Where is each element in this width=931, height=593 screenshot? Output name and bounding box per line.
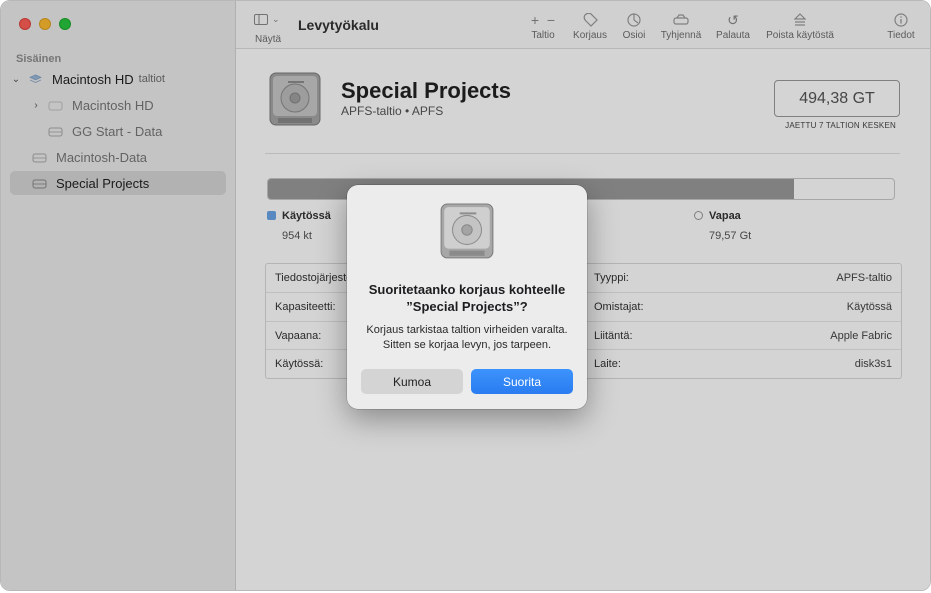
disk-icon (48, 101, 63, 110)
legend-free-label: Vapaa (709, 210, 741, 222)
chevron-down-icon[interactable]: ⌄ (10, 74, 22, 85)
volume-button[interactable]: + − Taltio (526, 10, 560, 41)
info-label: Liitäntä: (594, 330, 633, 342)
dialog-message-line: Korjaus tarkistaa taltion virheiden vara… (366, 324, 568, 336)
toolbar-button-label: Tiedot (887, 30, 915, 41)
sidebar-item-special-projects[interactable]: Special Projects (10, 171, 226, 195)
used-color-swatch (267, 211, 276, 220)
first-aid-icon (570, 10, 610, 30)
info-value: APFS-taltio (836, 272, 892, 284)
sidebar-item-label: GG Start - Data (72, 123, 163, 139)
sidebar-item-label: Macintosh HD (52, 71, 134, 87)
info-label: Omistajat: (594, 301, 644, 313)
info-value: Käytössä (846, 301, 892, 313)
unmount-icon (762, 10, 838, 30)
disk-icon (48, 127, 63, 136)
divider (265, 153, 900, 154)
info-row-used: Käytössä: (275, 350, 323, 378)
view-button[interactable]: ⌄ Näytä (254, 14, 281, 45)
sidebar-item-macintosh-hd-container[interactable]: ⌄ Macintosh HD taltiot (10, 67, 226, 91)
sidebar-item-label: Macintosh-Data (56, 149, 148, 165)
chevron-right-icon[interactable]: › (30, 100, 42, 111)
free-color-swatch (694, 211, 703, 220)
dialog-title-line: ”Special Projects”? (406, 299, 528, 314)
view-label: Näytä (255, 34, 282, 45)
disk-utility-window: Sisäinen ⌄ Macintosh HD taltiot › Macint… (0, 0, 931, 591)
sidebar-item-label: Macintosh HD (72, 97, 154, 113)
info-button[interactable]: Tiedot (884, 10, 918, 41)
first-aid-button[interactable]: Korjaus (570, 10, 610, 41)
minimize-window-button[interactable] (39, 18, 51, 30)
volume-subtitle: APFS-taltio • APFS (341, 104, 444, 118)
dialog-message-line: Sitten se korjaa levyn, jos tarpeen. (382, 339, 552, 351)
sidebar-toggle-icon (254, 14, 268, 25)
partition-button[interactable]: Osioi (619, 10, 649, 41)
run-button[interactable]: Suorita (471, 369, 573, 394)
toolbar-button-label: Korjaus (573, 30, 607, 41)
sidebar-section-internal: Sisäinen (16, 53, 62, 65)
info-row-capacity: Kapasiteetti: (275, 293, 336, 321)
info-row-device: Laite: disk3s1 (594, 350, 892, 378)
info-value: disk3s1 (854, 358, 892, 370)
erase-button[interactable]: Tyhjennä (657, 10, 705, 41)
dialog-title: Suoritetaanko korjaus kohteelle ”Special… (359, 281, 575, 315)
legend-free: Vapaa 79,57 Gt (694, 210, 751, 242)
sidebar: Sisäinen ⌄ Macintosh HD taltiot › Macint… (1, 1, 236, 590)
window-controls (19, 18, 71, 30)
toolbar-button-label: Poista käytöstä (766, 30, 834, 41)
disk-icon (32, 179, 47, 188)
sidebar-item-gg-start-data[interactable]: GG Start - Data (10, 119, 226, 143)
sidebar-item-label: Special Projects (56, 175, 150, 191)
info-label: Tyyppi: (594, 272, 629, 284)
close-window-button[interactable] (19, 18, 31, 30)
container-stack-icon (29, 73, 42, 83)
info-row-connection: Liitäntä: Apple Fabric (594, 322, 892, 350)
partition-icon (619, 10, 649, 30)
window-title: Levytyökalu (298, 17, 379, 33)
restore-icon: ↺ (727, 11, 739, 28)
dialog-title-line: Suoritetaanko korjaus kohteelle (368, 282, 566, 297)
chevron-down-icon: ⌄ (272, 14, 280, 24)
info-value: Apple Fabric (830, 330, 892, 342)
capacity-note: JAETTU 7 TALTION KESKEN (785, 121, 896, 130)
capacity-box: 494,38 GT (774, 80, 900, 117)
info-row-free: Vapaana: (275, 322, 321, 350)
info-label: Kapasiteetti: (275, 301, 336, 313)
legend-used: Käytössä 954 kt (267, 210, 331, 242)
restore-button[interactable]: ↺ Palauta (714, 10, 752, 42)
unmount-button[interactable]: Poista käytöstä (762, 10, 838, 41)
volume-name: Special Projects (341, 78, 511, 103)
hard-drive-icon (269, 72, 321, 126)
info-row-type: Tyyppi: APFS-taltio (594, 264, 892, 292)
hard-drive-icon (440, 203, 494, 259)
legend-used-value: 954 kt (282, 230, 312, 242)
erase-icon (657, 10, 705, 30)
legend-used-label: Käytössä (282, 210, 331, 222)
sidebar-item-macintosh-hd[interactable]: › Macintosh HD (10, 93, 226, 117)
toolbar-button-label: Osioi (622, 30, 646, 41)
info-row-owners: Omistajat: Käytössä (594, 293, 892, 321)
sidebar-item-sublabel: taltiot (138, 73, 165, 85)
first-aid-confirm-dialog: Suoritetaanko korjaus kohteelle ”Special… (347, 185, 587, 409)
toolbar-button-label: Taltio (531, 30, 555, 41)
info-label: Vapaana: (275, 330, 322, 342)
plus-minus-icon: + − (530, 12, 556, 28)
info-label: Käytössä: (275, 358, 324, 370)
info-label: Laite: (594, 358, 621, 370)
toolbar-button-label: Tyhjennä (660, 30, 702, 41)
info-icon (884, 10, 918, 30)
zoom-window-button[interactable] (59, 18, 71, 30)
cancel-button[interactable]: Kumoa (361, 369, 463, 394)
legend-free-value: 79,57 Gt (709, 230, 752, 242)
disk-icon (32, 153, 47, 162)
sidebar-item-macintosh-data[interactable]: Macintosh-Data (10, 145, 226, 169)
toolbar: ⌄ Näytä Levytyökalu + − Taltio Korjaus O… (236, 1, 930, 49)
toolbar-button-label: Palauta (716, 30, 750, 41)
dialog-message: Korjaus tarkistaa taltion virheiden vara… (359, 323, 575, 353)
